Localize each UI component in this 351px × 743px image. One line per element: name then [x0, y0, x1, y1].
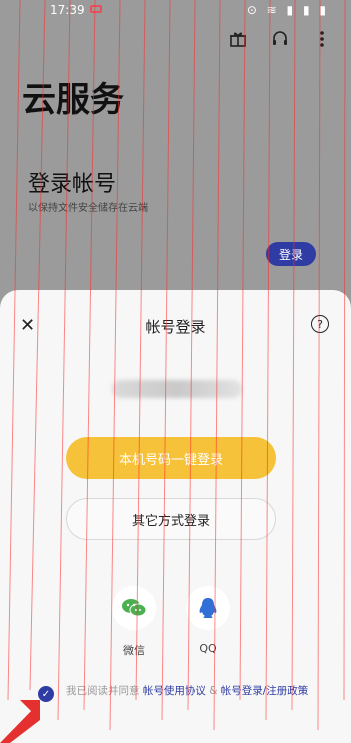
screen-record-icon [90, 5, 102, 13]
qq-label: QQ [199, 642, 217, 655]
wechat-label: 微信 [123, 644, 145, 657]
qq-login[interactable]: QQ [178, 586, 238, 655]
login-button[interactable]: 登录 [266, 242, 316, 266]
account-subtitle: 以保持文件安全储存在云端 [28, 203, 148, 214]
more-icon[interactable] [313, 30, 331, 48]
one-click-login-button[interactable]: 本机号码一键登录 [66, 437, 276, 479]
policy-link[interactable]: 帐号登录/注册政策 [221, 685, 309, 697]
status-bar: 17:39 ⊙ ≋ ▮ ▮ ▮ [0, 0, 351, 24]
account-title: 登录帐号 [28, 172, 117, 197]
status-time: 17:39 [50, 3, 85, 17]
pointer-arrow-icon [0, 700, 40, 743]
top-toolbar [229, 30, 331, 48]
gift-icon[interactable] [229, 30, 247, 48]
agree-checkbox[interactable]: ✓ [38, 686, 54, 702]
status-indicators: ⊙ ≋ ▮ ▮ ▮ [246, 3, 329, 17]
agreement-prefix: 我已阅读并同意 [66, 685, 140, 697]
login-sheet: ✕ 帐号登录 ? 本机号码一键登录 其它方式登录 微信 QQ ✓ 我已阅读并同意… [0, 290, 351, 743]
qq-icon[interactable] [186, 586, 230, 630]
wechat-login[interactable]: 微信 [104, 586, 164, 658]
agreement-and: & [209, 685, 218, 697]
sheet-title: 帐号登录 [145, 318, 206, 336]
headset-icon[interactable] [271, 30, 289, 48]
wechat-icon[interactable] [112, 586, 156, 630]
help-icon[interactable]: ? [311, 315, 329, 333]
terms-link[interactable]: 帐号使用协议 [143, 685, 206, 697]
page-title: 云服务 [22, 80, 124, 120]
agreement-text: 我已阅读并同意 帐号使用协议 & 帐号登录/注册政策 [66, 683, 316, 700]
masked-phone-number [112, 380, 242, 398]
other-login-button[interactable]: 其它方式登录 [66, 498, 276, 540]
